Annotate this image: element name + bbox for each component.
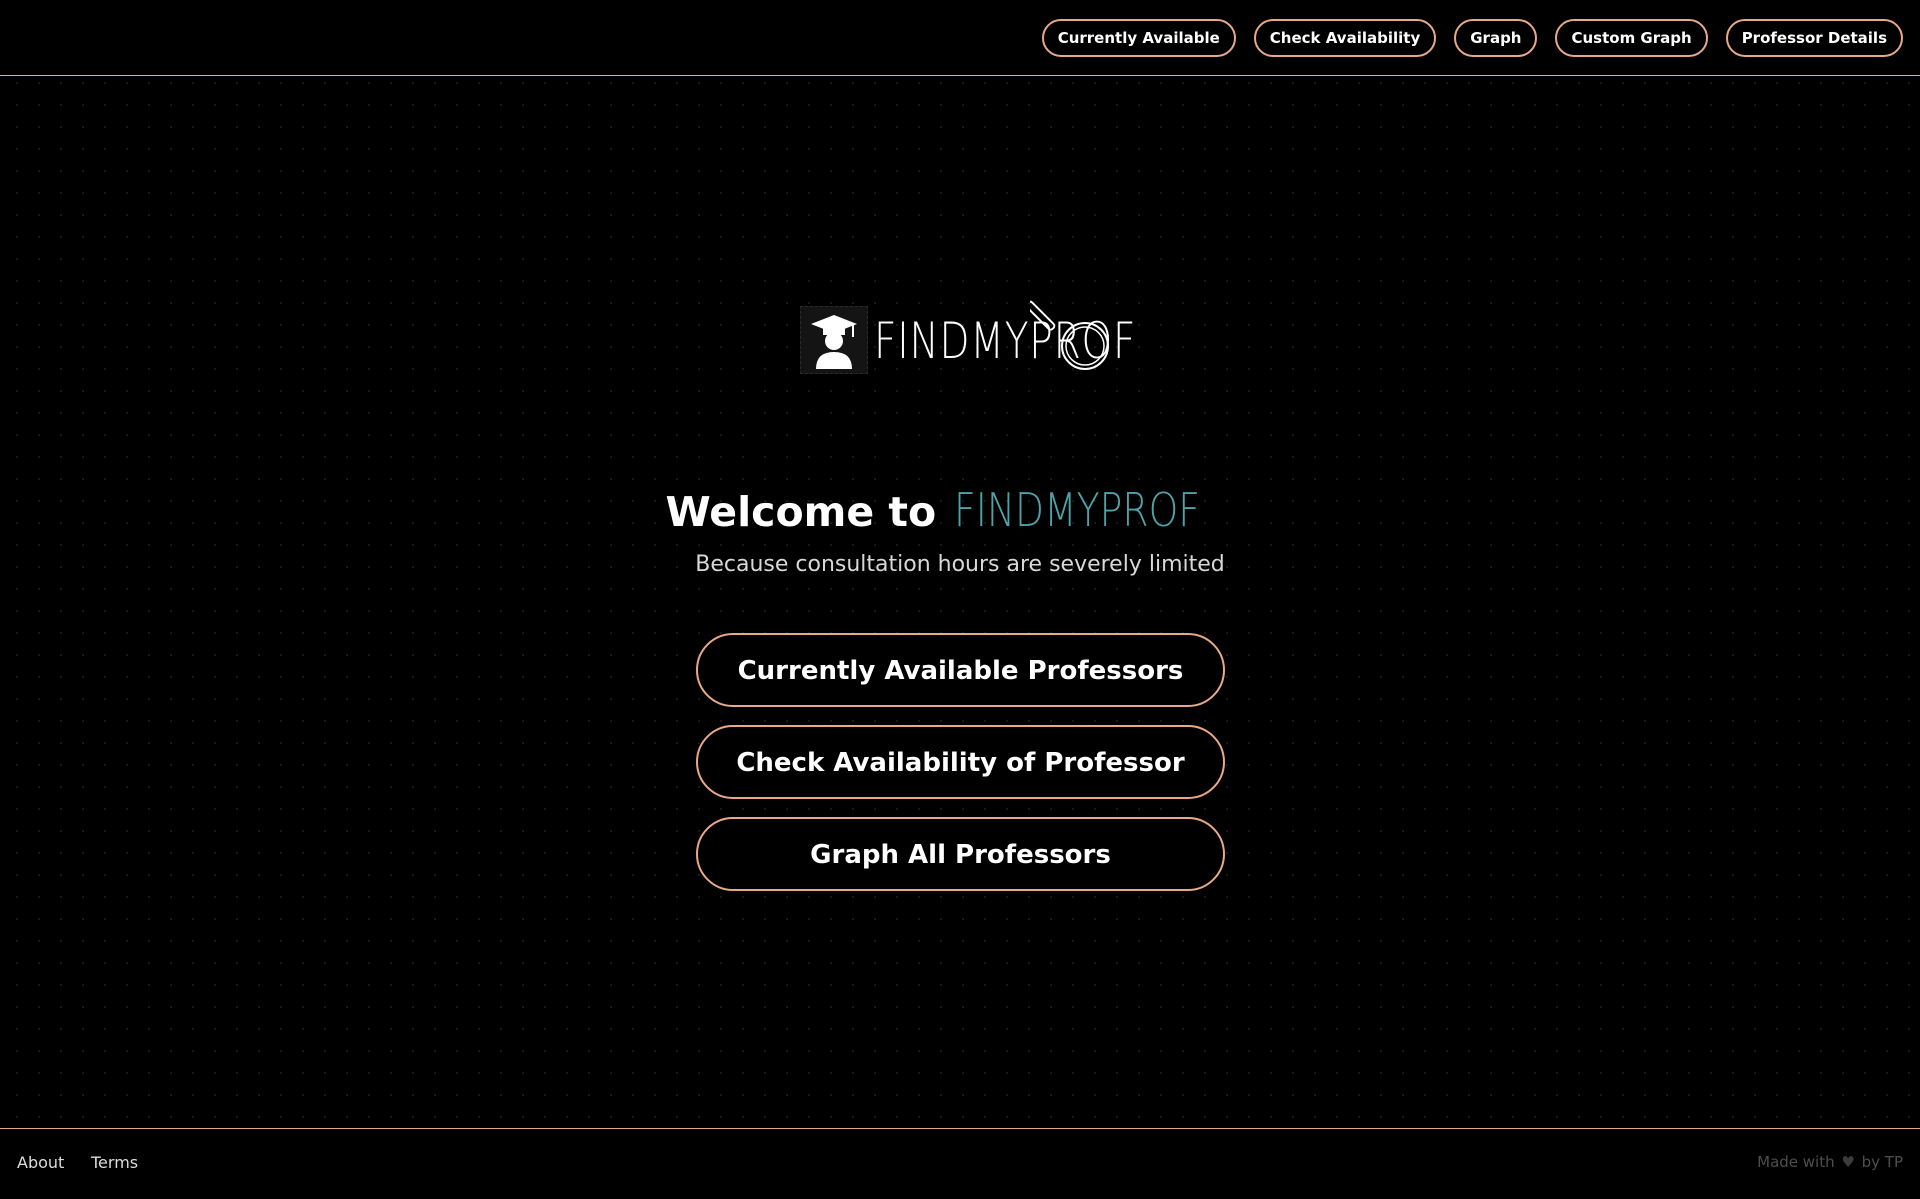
footer-credit: Made with ♥ by TP [1757,1153,1903,1171]
credit-prefix: Made with [1757,1153,1835,1171]
welcome-prefix: Welcome to [665,488,937,536]
footer-about-link[interactable]: About [17,1153,64,1172]
heart-icon: ♥ [1841,1153,1855,1171]
currently-available-professors-button[interactable]: Currently Available Professors [696,633,1225,707]
graduate-cap-icon [800,306,868,374]
tagline: Because consultation hours are severely … [695,552,1225,577]
check-availability-of-professor-button[interactable]: Check Availability of Professor [696,725,1225,799]
welcome-heading: Welcome to FINDMYPROF [0,478,1920,544]
welcome-brand: FINDMYPROF [954,483,1201,537]
nav-currently-available-button[interactable]: Currently Available [1041,19,1236,57]
credit-suffix: by TP [1861,1153,1903,1171]
nav-button-group: Currently Available Check Availability G… [1041,19,1903,57]
nav-graph-button[interactable]: Graph [1454,19,1538,57]
magnifier-icon [1030,300,1109,370]
nav-custom-graph-button[interactable]: Custom Graph [1555,19,1708,57]
top-navbar: Currently Available Check Availability G… [0,0,1920,76]
footer: About Terms Made with ♥ by TP [0,1128,1920,1199]
graph-all-professors-button[interactable]: Graph All Professors [696,817,1225,891]
nav-professor-details-button[interactable]: Professor Details [1725,19,1903,57]
nav-check-availability-button[interactable]: Check Availability [1253,19,1437,57]
page: Currently Available Check Availability G… [0,0,1920,1199]
footer-terms-link[interactable]: Terms [91,1153,138,1172]
